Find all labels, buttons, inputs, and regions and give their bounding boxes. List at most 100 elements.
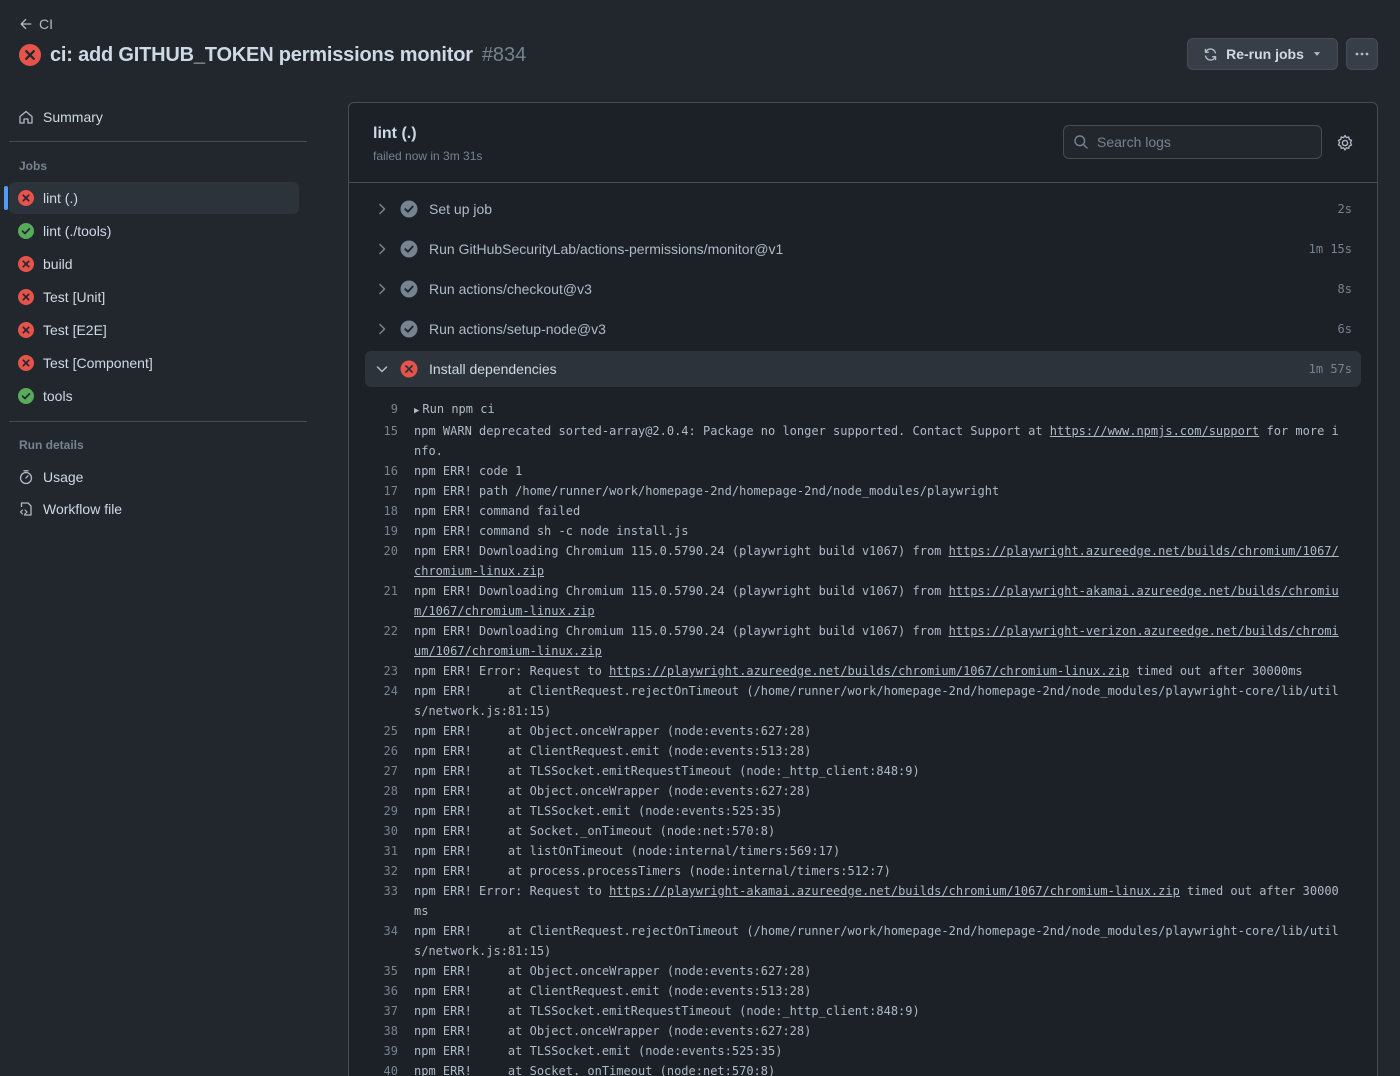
log-line-number[interactable]: 9 bbox=[349, 399, 414, 421]
log-line-text: npm ERR! at Socket._onTimeout (node:net:… bbox=[414, 1061, 1344, 1076]
log-text-segment: timed out after 30000ms bbox=[1129, 664, 1303, 678]
job-log-panel: lint (.) failed now in 3m 31s Set up job… bbox=[348, 102, 1378, 1076]
log-text-segment: npm ERR! at Object.onceWrapper (node:eve… bbox=[414, 1024, 812, 1038]
log-line: 18 npm ERR! command failed bbox=[349, 501, 1377, 521]
log-line-number[interactable]: 18 bbox=[349, 501, 414, 521]
check-circle-fill-icon bbox=[18, 388, 34, 404]
log-line-number[interactable]: 22 bbox=[349, 621, 414, 661]
sidebar-job-build[interactable]: build bbox=[9, 248, 299, 280]
log-output: 9 ▶ Run npm ci 15 npm WARN deprecated sorted… bbox=[349, 399, 1377, 1076]
rerun-jobs-button[interactable]: Re-run jobs bbox=[1187, 38, 1338, 70]
sidebar-job-label: tools bbox=[43, 388, 73, 404]
log-line: 15 npm WARN deprecated sorted-array@2.0.4… bbox=[349, 421, 1377, 461]
search-logs-input[interactable] bbox=[1097, 134, 1307, 150]
step-duration: 2s bbox=[1337, 202, 1352, 216]
log-line-text: npm ERR! at Object.onceWrapper (node:eve… bbox=[414, 961, 1344, 981]
log-line-number[interactable]: 17 bbox=[349, 481, 414, 501]
log-line-number[interactable]: 29 bbox=[349, 801, 414, 821]
sidebar-job-lint-root[interactable]: lint (.) bbox=[9, 182, 299, 214]
log-line-number[interactable]: 40 bbox=[349, 1061, 414, 1076]
log-line-number[interactable]: 37 bbox=[349, 1001, 414, 1021]
log-line-number[interactable]: 19 bbox=[349, 521, 414, 541]
log-line: 24 npm ERR! at ClientRequest.rejectOnTime… bbox=[349, 681, 1377, 721]
log-line-text: npm ERR! path /home/runner/work/homepage… bbox=[414, 481, 1344, 501]
active-job-indicator bbox=[4, 186, 8, 210]
log-link[interactable]: https://playwright.azureedge.net/builds/… bbox=[609, 664, 1129, 678]
log-text-segment: npm ERR! Downloading Chromium 115.0.5790… bbox=[414, 624, 949, 638]
log-line-number[interactable]: 24 bbox=[349, 681, 414, 721]
step-run-setup-node[interactable]: Run actions/setup-node@v3 6s bbox=[365, 311, 1361, 347]
sidebar-job-test-component[interactable]: Test [Component] bbox=[9, 347, 299, 379]
log-text-segment: npm ERR! at Socket._onTimeout (node:net:… bbox=[414, 824, 776, 838]
log-line-number[interactable]: 28 bbox=[349, 781, 414, 801]
log-line-number[interactable]: 33 bbox=[349, 881, 414, 921]
log-line-text: npm ERR! at listOnTimeout (node:internal… bbox=[414, 841, 1344, 861]
log-line-text: npm ERR! at TLSSocket.emitRequestTimeout… bbox=[414, 761, 1344, 781]
log-line-number[interactable]: 20 bbox=[349, 541, 414, 581]
sidebar-summary[interactable]: Summary bbox=[9, 101, 299, 133]
log-text-segment: npm ERR! at ClientRequest.rejectOnTimeou… bbox=[414, 684, 1339, 718]
log-line-text: npm ERR! at process.processTimers (node:… bbox=[414, 861, 1344, 881]
sidebar-job-test-unit[interactable]: Test [Unit] bbox=[9, 281, 299, 313]
back-to-workflow-link[interactable]: CI bbox=[19, 15, 53, 33]
log-line-number[interactable]: 32 bbox=[349, 861, 414, 881]
log-link[interactable]: https://www.npmjs.com/support bbox=[1050, 424, 1260, 438]
log-text-segment: npm ERR! Downloading Chromium 115.0.5790… bbox=[414, 584, 949, 598]
gear-icon[interactable] bbox=[1336, 134, 1354, 152]
log-line-text: npm ERR! at TLSSocket.emit (node:events:… bbox=[414, 1041, 1344, 1061]
log-text-segment: npm ERR! command failed bbox=[414, 504, 581, 518]
job-title: lint (.) bbox=[373, 125, 417, 142]
log-text-segment: npm ERR! Error: Request to bbox=[414, 884, 610, 898]
log-text-segment: npm ERR! at TLSSocket.emitRequestTimeout… bbox=[414, 764, 920, 778]
back-link-label: CI bbox=[39, 16, 53, 32]
step-run-permissions-monitor[interactable]: Run GitHubSecurityLab/actions-permission… bbox=[365, 231, 1361, 267]
log-line: 9 ▶ Run npm ci bbox=[349, 399, 1377, 421]
run-number: #834 bbox=[481, 43, 527, 66]
page-title: ci: add GITHUB_TOKEN permissions monitor… bbox=[19, 40, 526, 70]
sidebar-job-lint-tools[interactable]: lint (./tools) bbox=[9, 215, 299, 247]
log-text-segment: npm ERR! code 1 bbox=[414, 464, 523, 478]
group-expand-icon[interactable]: ▶ bbox=[414, 406, 419, 416]
search-logs-box[interactable] bbox=[1063, 125, 1322, 159]
jobs-heading: Jobs bbox=[19, 159, 48, 173]
x-circle-fill-icon bbox=[18, 190, 34, 206]
step-duration: 1m 15s bbox=[1308, 242, 1352, 256]
step-install-dependencies[interactable]: Install dependencies 1m 57s bbox=[365, 351, 1361, 387]
step-name: Install dependencies bbox=[429, 361, 557, 377]
step-set-up-job[interactable]: Set up job 2s bbox=[365, 191, 1361, 227]
sidebar-job-test-e2e[interactable]: Test [E2E] bbox=[9, 314, 299, 346]
log-line-number[interactable]: 38 bbox=[349, 1021, 414, 1041]
log-line-number[interactable]: 23 bbox=[349, 661, 414, 681]
x-circle-fill-icon bbox=[19, 44, 41, 66]
stopwatch-icon bbox=[19, 470, 33, 485]
log-line-number[interactable]: 27 bbox=[349, 761, 414, 781]
log-line-number[interactable]: 21 bbox=[349, 581, 414, 621]
check-circle-fill-icon bbox=[18, 223, 34, 239]
log-line-number[interactable]: 31 bbox=[349, 841, 414, 861]
x-circle-fill-icon bbox=[18, 322, 34, 338]
log-line-number[interactable]: 16 bbox=[349, 461, 414, 481]
log-line-number[interactable]: 39 bbox=[349, 1041, 414, 1061]
log-line-number[interactable]: 26 bbox=[349, 741, 414, 761]
step-name: Run actions/checkout@v3 bbox=[429, 281, 592, 297]
log-line-number[interactable]: 30 bbox=[349, 821, 414, 841]
sidebar-workflow-file[interactable]: Workflow file bbox=[9, 493, 299, 525]
log-line-number[interactable]: 35 bbox=[349, 961, 414, 981]
log-line-text: npm ERR! at Object.onceWrapper (node:eve… bbox=[414, 721, 1344, 741]
log-line-number[interactable]: 15 bbox=[349, 421, 414, 461]
step-run-checkout[interactable]: Run actions/checkout@v3 8s bbox=[365, 271, 1361, 307]
log-line-number[interactable]: 36 bbox=[349, 981, 414, 1001]
log-text-segment: npm ERR! at ClientRequest.emit (node:eve… bbox=[414, 744, 812, 758]
more-options-button[interactable] bbox=[1346, 38, 1378, 70]
log-line-number[interactable]: 34 bbox=[349, 921, 414, 961]
log-text-segment: npm ERR! Downloading Chromium 115.0.5790… bbox=[414, 544, 949, 558]
log-text-segment: npm ERR! at listOnTimeout (node:internal… bbox=[414, 844, 841, 858]
sidebar-job-label: lint (.) bbox=[43, 190, 78, 206]
log-link[interactable]: https://playwright-akamai.azureedge.net/… bbox=[609, 884, 1180, 898]
log-text-segment: Run npm ci bbox=[422, 402, 495, 416]
log-line-text: npm ERR! Downloading Chromium 115.0.5790… bbox=[414, 621, 1344, 661]
log-line-number[interactable]: 25 bbox=[349, 721, 414, 741]
step-duration: 6s bbox=[1337, 322, 1352, 336]
sidebar-usage[interactable]: Usage bbox=[9, 461, 299, 493]
sidebar-job-tools[interactable]: tools bbox=[9, 380, 299, 412]
